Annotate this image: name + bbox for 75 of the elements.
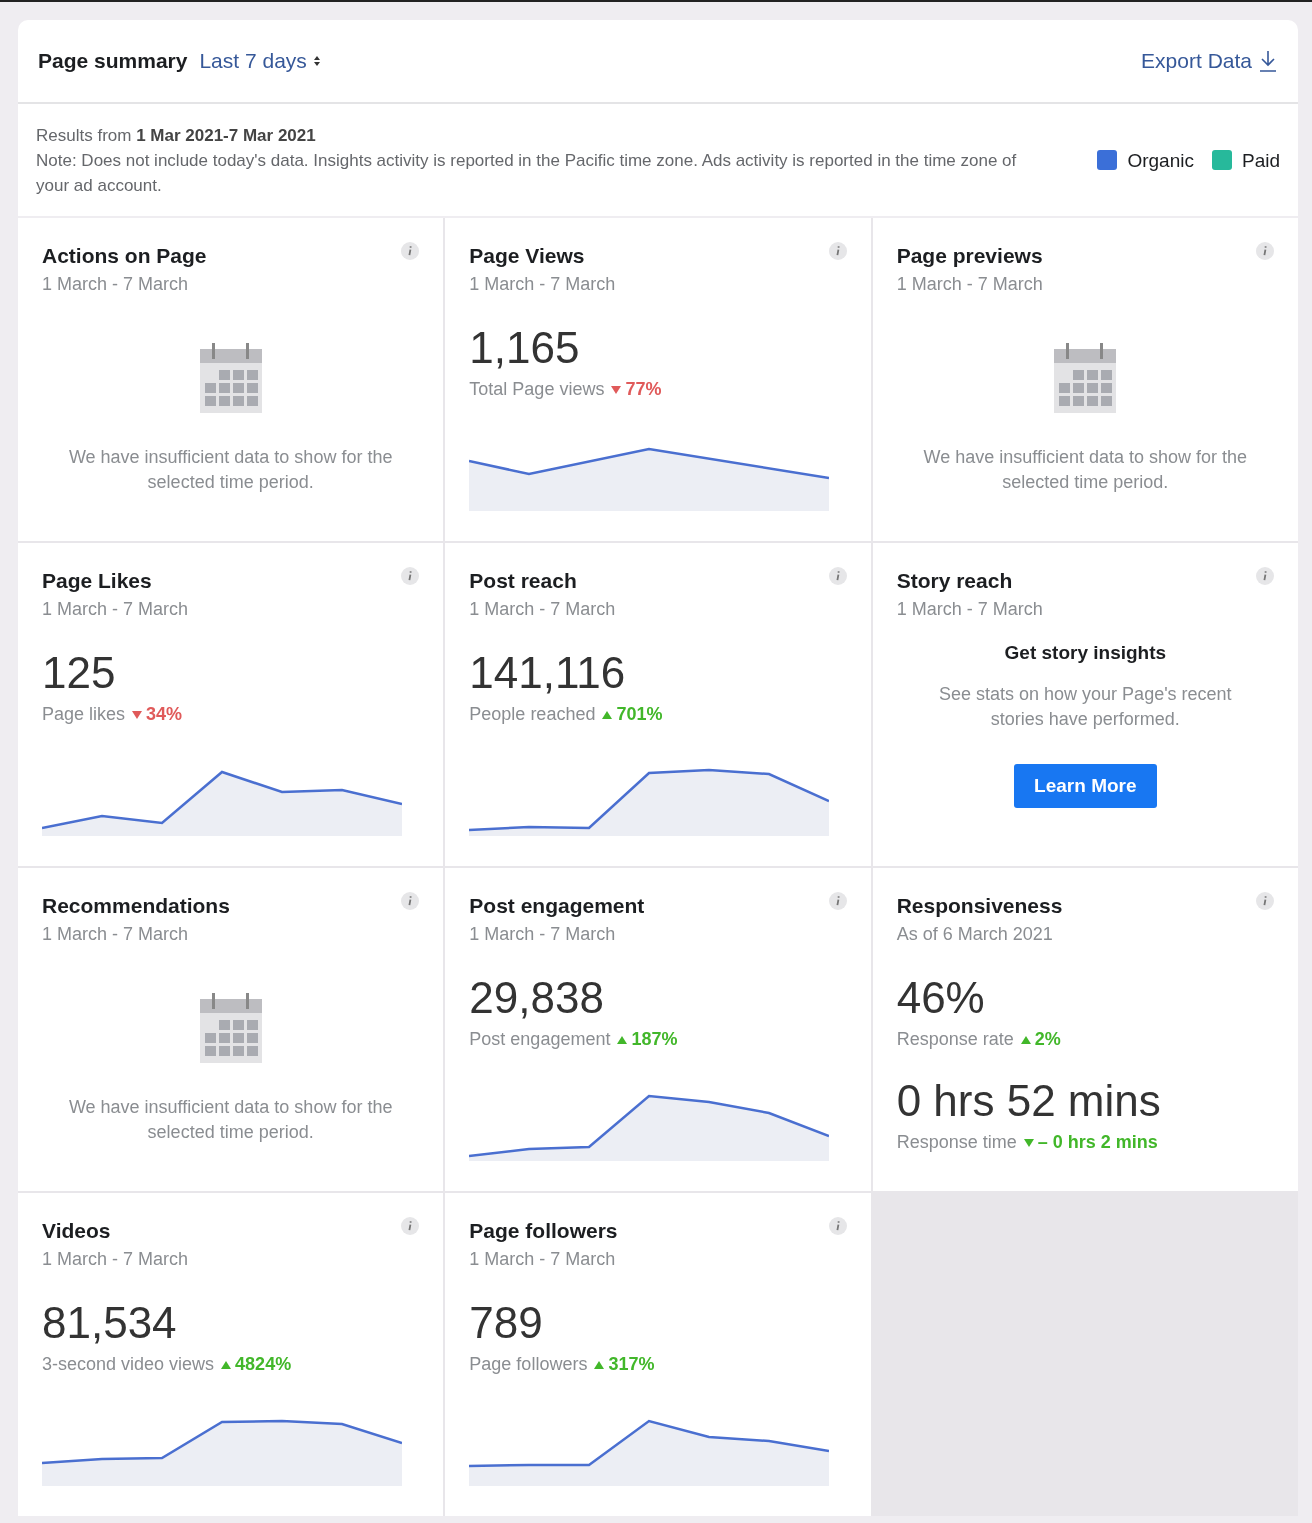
empty-message: We have insufficient data to show for the selected time period. bbox=[67, 1096, 394, 1144]
metric-value: 0 hrs 52 mins bbox=[896, 1076, 1162, 1126]
sort-icon bbox=[312, 55, 321, 67]
change-value: 317% bbox=[608, 1354, 655, 1375]
metric-value: 1,165 bbox=[469, 323, 581, 373]
card-period: 1 March - 7 March bbox=[469, 599, 616, 620]
range-dropdown[interactable]: Last 7 days bbox=[199, 49, 321, 73]
calendar-icon bbox=[199, 993, 262, 1063]
download-icon bbox=[1258, 49, 1278, 73]
change-value: 4824% bbox=[235, 1354, 292, 1375]
card-title: Post reach bbox=[469, 569, 578, 593]
metric-value: 29,838 bbox=[469, 973, 605, 1023]
card-title: Page Views bbox=[469, 244, 586, 268]
card-title: Page previews bbox=[896, 244, 1043, 268]
info-icon[interactable] bbox=[828, 892, 847, 910]
info-icon[interactable] bbox=[828, 1217, 847, 1235]
export-link[interactable]: Export Data bbox=[1141, 49, 1278, 73]
empty-message: We have insufficient data to show for the selected time period. bbox=[922, 446, 1249, 494]
legend-label: Paid bbox=[1241, 148, 1280, 173]
promo-message: See stats on how your Page's recent stories have performed. bbox=[938, 683, 1233, 731]
change-value: – 0 hrs 2 mins bbox=[1037, 1132, 1158, 1153]
metric-value: 125 bbox=[42, 648, 117, 698]
card-title: Responsiveness bbox=[896, 894, 1063, 918]
card-period: 1 March - 7 March bbox=[896, 599, 1043, 620]
metric-label: People reached bbox=[469, 704, 596, 725]
metric-value: 141,116 bbox=[469, 648, 627, 698]
card-title: Page followers bbox=[469, 1219, 618, 1243]
calendar-icon bbox=[1054, 343, 1117, 413]
card-title: Post engagement bbox=[469, 894, 645, 918]
results-range: Results from 1 Mar 2021-7 Mar 2021 bbox=[36, 124, 317, 147]
card-period: As of 6 March 2021 bbox=[896, 924, 1054, 945]
info-icon[interactable] bbox=[1256, 567, 1274, 585]
metric-label: Response rate bbox=[896, 1029, 1014, 1050]
card-period: 1 March - 7 March bbox=[896, 274, 1043, 295]
change-value: 2% bbox=[1034, 1029, 1061, 1050]
info-icon[interactable] bbox=[401, 892, 420, 910]
card-period: 1 March - 7 March bbox=[42, 599, 189, 620]
info-icon[interactable] bbox=[1256, 892, 1274, 910]
metric-label: Page likes bbox=[42, 704, 126, 725]
card-period: 1 March - 7 March bbox=[42, 274, 190, 295]
card-period: 1 March - 7 March bbox=[42, 924, 190, 945]
card-title: Page Likes bbox=[42, 569, 153, 593]
metric-value: 46% bbox=[896, 973, 986, 1023]
card-title: Recommendations bbox=[42, 894, 230, 918]
metric-label: Total Page views bbox=[469, 379, 605, 400]
card-title: Actions on Page bbox=[42, 244, 207, 268]
change-value: 77% bbox=[625, 379, 662, 400]
card-period: 1 March - 7 March bbox=[469, 1249, 617, 1270]
learn-more-button[interactable]: Learn More bbox=[1014, 764, 1157, 808]
legend-label: Organic bbox=[1127, 148, 1194, 173]
info-icon[interactable] bbox=[828, 567, 847, 585]
note-text: Note: Does not include today's data. Insights activity is reported in the Pacific time zone. Ads activity is reported in the time zone of your ad account. bbox=[36, 149, 1018, 197]
calendar-icon bbox=[199, 343, 262, 413]
change-value: 187% bbox=[631, 1029, 678, 1050]
change-value: 701% bbox=[616, 704, 663, 725]
metric-label: 3-second video views bbox=[42, 1354, 215, 1375]
info-icon[interactable] bbox=[401, 567, 420, 585]
info-icon[interactable] bbox=[1256, 242, 1274, 260]
info-icon[interactable] bbox=[401, 1217, 420, 1235]
info-icon[interactable] bbox=[401, 242, 420, 260]
card-period: 1 March - 7 March bbox=[469, 924, 617, 945]
metric-value: 789 bbox=[469, 1298, 544, 1348]
metric-value: 81,534 bbox=[42, 1298, 178, 1348]
card-period: 1 March - 7 March bbox=[42, 1249, 189, 1270]
metric-label: Page followers bbox=[469, 1354, 588, 1375]
card-period: 1 March - 7 March bbox=[469, 274, 616, 295]
summary-title: Page summary bbox=[38, 49, 188, 73]
empty-message: We have insufficient data to show for the selected time period. bbox=[67, 446, 394, 494]
card-title: Story reach bbox=[896, 569, 1014, 593]
metric-label: Response time bbox=[896, 1132, 1017, 1153]
metric-label: Post engagement bbox=[469, 1029, 611, 1050]
info-icon[interactable] bbox=[828, 242, 847, 260]
change-value: 34% bbox=[146, 704, 183, 725]
card-title: Videos bbox=[42, 1219, 112, 1243]
promo-heading: Get story insights bbox=[1003, 642, 1168, 664]
